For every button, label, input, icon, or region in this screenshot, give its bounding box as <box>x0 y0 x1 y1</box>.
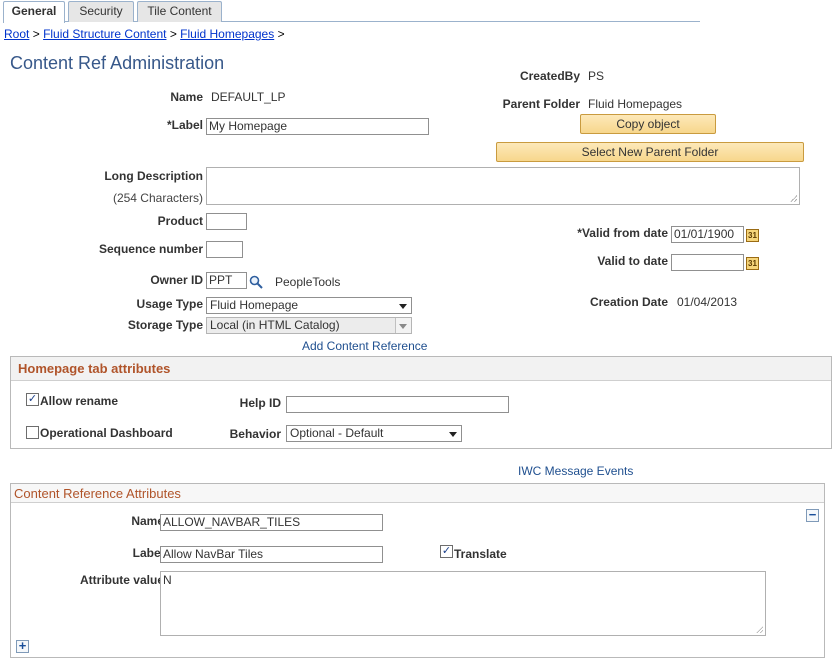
breadcrumb-root-link[interactable]: Root <box>4 27 29 41</box>
chevron-down-icon <box>399 324 407 329</box>
behavior-select[interactable]: Optional - Default <box>286 425 462 442</box>
label-input[interactable]: My Homepage <box>206 118 429 135</box>
help-id-input[interactable] <box>286 396 509 413</box>
sequence-number-input[interactable] <box>206 241 243 258</box>
attribute-name-input[interactable]: ALLOW_NAVBAR_TILES <box>160 514 383 531</box>
allow-rename-label: Allow rename <box>40 394 119 408</box>
parent-folder-value: Fluid Homepages <box>588 97 683 111</box>
owner-description: PeopleTools <box>275 275 341 289</box>
copy-object-button[interactable]: Copy object <box>580 114 716 134</box>
creation-date-label: Creation Date <box>589 295 668 309</box>
page-title: Content Ref Administration <box>10 53 225 73</box>
parent-folder-label: Parent Folder <box>502 97 580 111</box>
homepage-tab-attributes-title: Homepage tab attributes <box>18 361 171 376</box>
select-new-parent-folder-button[interactable]: Select New Parent Folder <box>496 142 804 162</box>
breadcrumb-separator: > <box>169 27 177 41</box>
long-description-textarea[interactable] <box>206 167 800 205</box>
breadcrumb-fluid-structure-link[interactable]: Fluid Structure Content <box>43 27 166 41</box>
breadcrumb-separator: > <box>32 27 40 41</box>
valid-to-date-input[interactable] <box>671 254 744 271</box>
content-reference-attributes-group: Content Reference Attributes − Name ALLO… <box>10 483 825 658</box>
content-reference-attributes-title: Content Reference Attributes <box>14 486 181 501</box>
collapse-row-button[interactable]: − <box>806 508 819 522</box>
name-value: DEFAULT_LP <box>211 90 286 104</box>
operational-dashboard-checkbox[interactable] <box>26 426 39 439</box>
owner-id-label: Owner ID <box>150 273 203 287</box>
behavior-value: Optional - Default <box>290 426 384 440</box>
long-description-label: Long Description <box>104 169 203 183</box>
product-input[interactable] <box>206 213 247 230</box>
translate-label: Translate <box>454 547 507 561</box>
valid-from-date-label: *Valid from date <box>577 226 668 240</box>
calendar-icon[interactable]: 31 <box>746 229 759 242</box>
behavior-label: Behavior <box>229 427 281 441</box>
created-by-value: PS <box>588 69 605 83</box>
translate-checkbox[interactable]: ✓ <box>440 545 453 558</box>
valid-to-date-label: Valid to date <box>597 254 668 268</box>
usage-type-value: Fluid Homepage <box>210 298 299 312</box>
sequence-number-label: Sequence number <box>98 242 203 256</box>
attribute-value-text: N <box>163 573 172 587</box>
valid-from-date-input[interactable]: 01/01/1900 <box>671 226 744 243</box>
tab-tile-content[interactable]: Tile Content <box>137 1 222 22</box>
tab-general[interactable]: General <box>3 1 65 23</box>
created-by-label: CreatedBy <box>519 69 580 83</box>
tab-security[interactable]: Security <box>68 1 134 22</box>
breadcrumb-fluid-homepages-link[interactable]: Fluid Homepages <box>180 27 274 41</box>
add-row-button[interactable]: + <box>16 639 29 653</box>
homepage-tab-attributes-group: Homepage tab attributes ✓ Allow rename H… <box>10 356 832 449</box>
long-description-hint: (254 Characters) <box>112 191 203 205</box>
iwc-message-events-link[interactable]: IWC Message Events <box>518 464 633 478</box>
chevron-down-icon <box>449 432 457 437</box>
help-id-label: Help ID <box>239 396 281 410</box>
usage-type-select[interactable]: Fluid Homepage <box>206 297 412 314</box>
product-label: Product <box>157 214 203 228</box>
magnifier-icon[interactable] <box>249 275 263 289</box>
usage-type-label: Usage Type <box>136 297 203 311</box>
storage-type-label: Storage Type <box>127 318 203 332</box>
resize-handle[interactable] <box>756 626 763 633</box>
storage-type-value: Local (in HTML Catalog) <box>210 318 340 332</box>
attribute-value-textarea[interactable]: N <box>160 571 766 636</box>
creation-date-value: 01/04/2013 <box>677 295 738 309</box>
name-label: Name <box>170 90 203 104</box>
allow-rename-checkbox[interactable]: ✓ <box>26 393 39 406</box>
breadcrumb: Root > Fluid Structure Content > Fluid H… <box>4 27 285 41</box>
resize-handle[interactable] <box>790 195 797 202</box>
label-label: *Label <box>166 118 203 132</box>
storage-type-select: Local (in HTML Catalog) <box>206 317 412 334</box>
attribute-value-label: Attribute value <box>79 573 164 587</box>
chevron-down-icon <box>399 304 407 309</box>
add-content-reference-link[interactable]: Add Content Reference <box>302 339 427 353</box>
attribute-label-input[interactable]: Allow NavBar Tiles <box>160 546 383 563</box>
calendar-icon[interactable]: 31 <box>746 257 759 270</box>
breadcrumb-separator: > <box>277 27 285 41</box>
operational-dashboard-label: Operational Dashboard <box>40 426 173 440</box>
owner-id-input[interactable]: PPT <box>206 272 247 289</box>
